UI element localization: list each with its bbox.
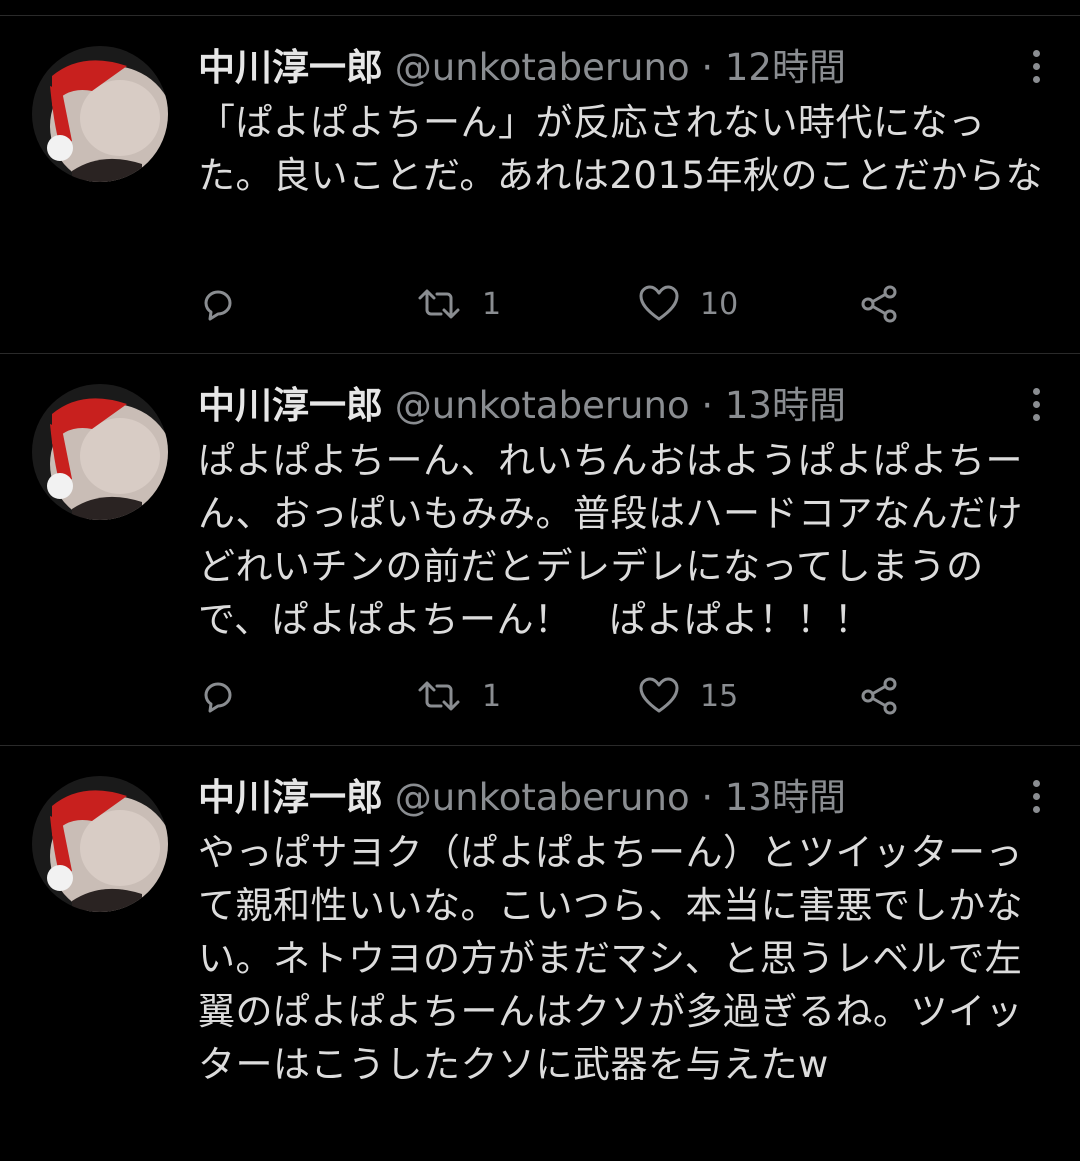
separator: · (701, 384, 714, 427)
like-button[interactable]: 15 (638, 672, 738, 720)
author-handle[interactable]: @unkotaberuno (395, 384, 690, 427)
tweet[interactable]: 中川淳一郎 @unkotaberuno · 13時間 ぱよぱよちーん、れいちんお… (0, 353, 1080, 745)
avatar-image (32, 384, 168, 520)
more-vertical-icon[interactable] (1030, 50, 1042, 90)
share-icon (861, 677, 897, 715)
like-count: 10 (700, 286, 739, 322)
separator: · (701, 776, 714, 819)
more-vertical-icon[interactable] (1030, 780, 1042, 820)
tweet-text: やっぱサヨク（ぱよぱよちーん）とツイッターって親和性いいな。こいつら、本当に害悪… (198, 831, 1023, 1086)
share-button[interactable] (858, 672, 900, 720)
author-handle[interactable]: @unkotaberuno (395, 46, 690, 89)
share-icon (861, 285, 897, 323)
tweet[interactable]: 中川淳一郎 @unkotaberuno · 13時間 やっぱサヨク（ぱよぱよちー… (0, 745, 1080, 1161)
retweet-count: 1 (482, 678, 502, 714)
tweet-text: ぱよぱよちーん、れいちんおはようぱよぱよちーん、おっぱいもみみ。普段はハードコア… (198, 439, 1023, 641)
timestamp[interactable]: 12時間 (725, 46, 846, 89)
heart-icon (639, 677, 679, 713)
retweet-icon (418, 681, 460, 711)
like-button[interactable]: 10 (638, 280, 738, 328)
tweet-header: 中川淳一郎 @unkotaberuno · 13時間 (198, 382, 1020, 430)
author-name[interactable]: 中川淳一郎 (198, 776, 383, 819)
reply-button[interactable] (198, 672, 238, 720)
tweet-header: 中川淳一郎 @unkotaberuno · 12時間 (198, 44, 1020, 92)
reply-icon (204, 682, 232, 713)
retweet-icon (418, 289, 460, 319)
tweet-actions: 1 15 (198, 672, 918, 720)
retweet-count: 1 (482, 286, 502, 322)
avatar[interactable] (32, 384, 168, 520)
avatar[interactable] (32, 776, 168, 912)
timestamp[interactable]: 13時間 (725, 776, 846, 819)
avatar-image (32, 46, 168, 182)
retweet-button[interactable]: 1 (416, 280, 501, 328)
tweet-text: 「ぱよぱよちーん」が反応されない時代になった。良いことだ。あれは2015年秋のこ… (198, 101, 1044, 197)
author-name[interactable]: 中川淳一郎 (198, 46, 383, 89)
heart-icon (639, 285, 679, 321)
share-button[interactable] (858, 280, 900, 328)
author-name[interactable]: 中川淳一郎 (198, 384, 383, 427)
like-count: 15 (700, 678, 739, 714)
avatar-image (32, 776, 168, 912)
reply-icon (204, 290, 232, 321)
reply-button[interactable] (198, 280, 238, 328)
author-handle[interactable]: @unkotaberuno (395, 776, 690, 819)
avatar[interactable] (32, 46, 168, 182)
timeline: 中川淳一郎 @unkotaberuno · 12時間 「ぱよぱよちーん」が反応さ… (0, 15, 1080, 1161)
tweet-actions: 1 10 (198, 280, 918, 328)
tweet[interactable]: 中川淳一郎 @unkotaberuno · 12時間 「ぱよぱよちーん」が反応さ… (0, 15, 1080, 353)
more-vertical-icon[interactable] (1030, 388, 1042, 428)
separator: · (701, 46, 714, 89)
tweet-header: 中川淳一郎 @unkotaberuno · 13時間 (198, 774, 1020, 822)
retweet-button[interactable]: 1 (416, 672, 501, 720)
timestamp[interactable]: 13時間 (725, 384, 846, 427)
